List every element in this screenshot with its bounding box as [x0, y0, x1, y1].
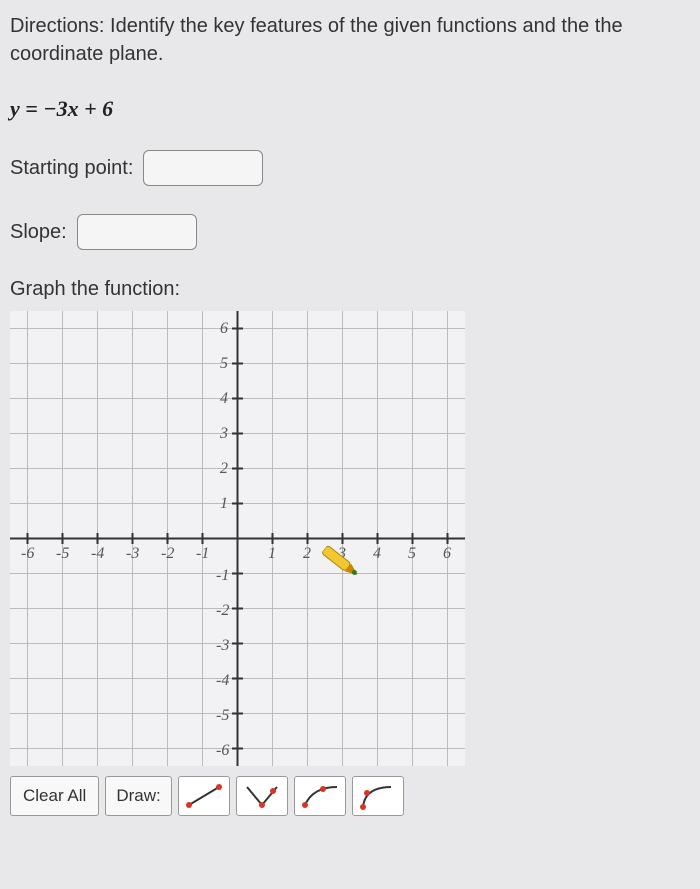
- line-tool-icon: [183, 781, 225, 811]
- sqrt-tool-icon: [299, 781, 341, 811]
- x-tick-5: 5: [408, 545, 416, 562]
- y-tick-4: 4: [220, 390, 228, 407]
- starting-point-input[interactable]: [143, 150, 263, 186]
- x-tick-6: 6: [443, 545, 451, 562]
- equation-text: y = −3x + 6: [10, 96, 690, 122]
- x-tick-neg4: -4: [91, 545, 104, 562]
- slope-input[interactable]: [77, 214, 197, 250]
- x-tick-neg1: -1: [196, 545, 209, 562]
- absval-tool-button[interactable]: [236, 776, 288, 816]
- y-tick-3: 3: [219, 425, 228, 442]
- y-tick-neg2: -2: [216, 602, 229, 619]
- y-tick-neg1: -1: [216, 567, 229, 584]
- y-tick-neg4: -4: [216, 672, 229, 689]
- x-tick-neg6: -6: [21, 545, 34, 562]
- slope-row: Slope:: [10, 214, 690, 250]
- x-tick-4: 4: [373, 545, 381, 562]
- x-tick-neg3: -3: [126, 545, 139, 562]
- sqrt-tool-button[interactable]: [294, 776, 346, 816]
- x-tick-2: 2: [303, 545, 311, 562]
- x-tick-neg5: -5: [56, 545, 69, 562]
- draw-label: Draw:: [105, 776, 171, 816]
- x-tick-1: 1: [268, 545, 276, 562]
- directions-text: Directions: Identify the key features of…: [10, 12, 690, 68]
- curve-tool-button[interactable]: [352, 776, 404, 816]
- graph-label: Graph the function:: [10, 278, 690, 301]
- y-tick-neg6: -6: [216, 742, 229, 759]
- clear-all-button[interactable]: Clear All: [10, 776, 99, 816]
- line-tool-button[interactable]: [178, 776, 230, 816]
- slope-label: Slope:: [10, 221, 67, 244]
- absval-tool-icon: [241, 781, 283, 811]
- draw-toolbar: Clear All Draw:: [10, 776, 690, 816]
- y-tick-neg3: -3: [216, 637, 229, 654]
- y-tick-5: 5: [220, 355, 228, 372]
- y-tick-2: 2: [220, 460, 228, 477]
- x-tick-neg2: -2: [161, 545, 174, 562]
- y-tick-6: 6: [220, 320, 228, 337]
- curve-tool-icon: [357, 781, 399, 811]
- coordinate-plane[interactable]: -6 -5 -4 -3 -2 -1 1 2 3 4 5 6 1 2 3 4 5 …: [10, 311, 465, 766]
- y-tick-neg5: -5: [216, 707, 229, 724]
- starting-point-label: Starting point:: [10, 157, 133, 180]
- y-tick-1: 1: [220, 495, 228, 512]
- starting-point-row: Starting point:: [10, 150, 690, 186]
